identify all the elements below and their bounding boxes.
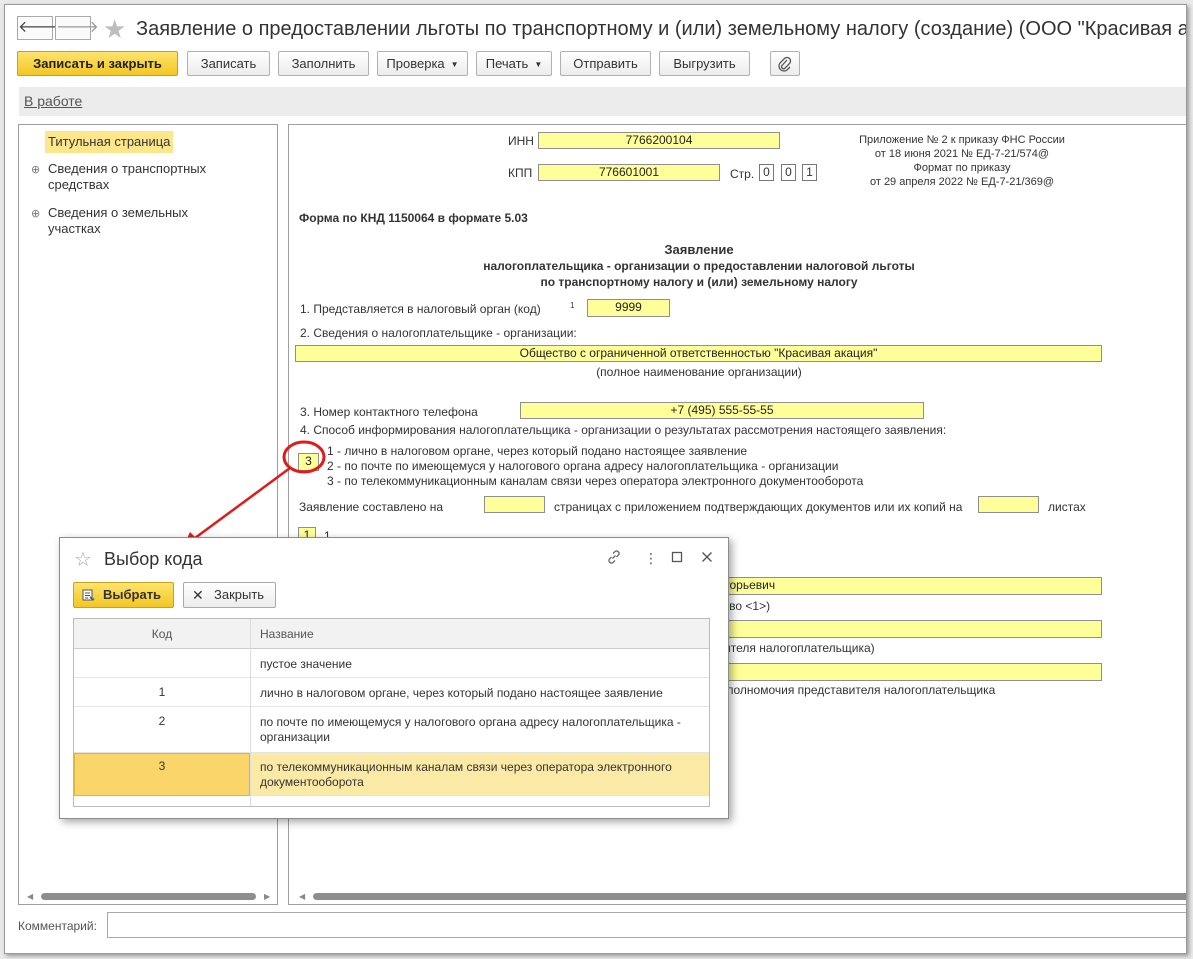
highlight-circle [282, 440, 326, 474]
table-row[interactable]: 2 по почте по имеющемуся у налогового ор… [74, 707, 709, 753]
select-button[interactable]: Выбрать [73, 582, 174, 608]
close-button[interactable]: ✕ Закрыть [183, 582, 276, 608]
select-icon [82, 589, 95, 601]
column-separator [250, 619, 251, 806]
table-row-selected[interactable]: 3 по телекоммуникационным каналам связи … [74, 753, 709, 796]
row-code: 1 [158, 685, 166, 699]
maximize-icon[interactable] [671, 550, 683, 566]
select-button-label: Выбрать [103, 587, 162, 602]
row-name: пустое значение [260, 657, 352, 671]
code-selection-dialog: ☆ Выбор кода ⋮ Выбрать ✕ Закрыть Код Наз… [59, 537, 729, 819]
link-icon[interactable] [606, 549, 622, 568]
close-icon[interactable] [701, 550, 713, 566]
table-row[interactable]: пустое значение [74, 649, 709, 678]
favorite-star-icon[interactable]: ☆ [74, 547, 92, 572]
column-header-name[interactable]: Название [250, 619, 709, 649]
row-name: по телекоммуникационным каналам связи че… [260, 760, 672, 789]
row-code: 3 [158, 759, 166, 773]
more-menu-icon[interactable]: ⋮ [644, 550, 658, 567]
close-x-icon: ✕ [192, 587, 204, 603]
code-table: Код Название пустое значение 1 лично в н… [73, 618, 710, 807]
annotation-arrow-line [194, 466, 291, 540]
row-code: 2 [158, 714, 166, 728]
table-row[interactable]: 1 лично в налоговом органе, через которы… [74, 678, 709, 707]
column-header-code[interactable]: Код [74, 619, 250, 649]
close-button-label: Закрыть [214, 587, 265, 602]
main-window: 🡐 🡒 ★ Заявление о предоставлении льготы … [4, 4, 1187, 954]
row-name: лично в налоговом органе, через который … [260, 686, 663, 700]
row-name: по почте по имеющемуся у налогового орга… [260, 715, 681, 744]
dialog-title: Выбор кода [104, 549, 203, 569]
